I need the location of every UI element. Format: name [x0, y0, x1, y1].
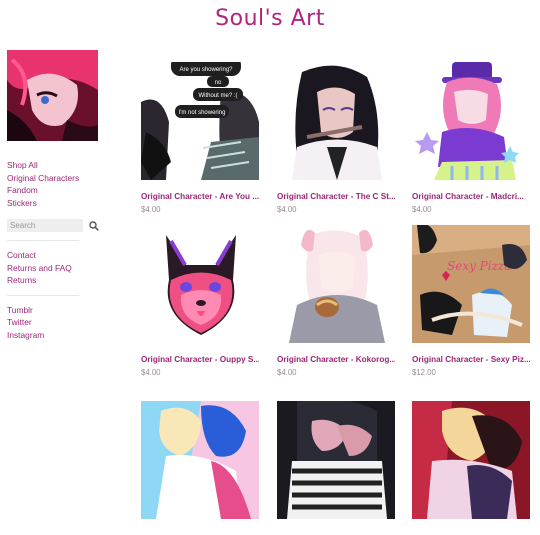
nav-link-returns-faq[interactable]: Returns and FAQ — [7, 262, 105, 275]
product-card[interactable]: Original Character - Madcri... $4.00 — [412, 62, 530, 214]
speech-bubble-2: no — [215, 80, 222, 86]
speech-bubble-1: Are you showering? — [179, 67, 233, 73]
product-image[interactable] — [141, 225, 259, 343]
product-image[interactable] — [141, 401, 259, 519]
search-icon[interactable] — [89, 220, 99, 231]
product-image[interactable] — [412, 401, 530, 519]
product-card[interactable] — [141, 401, 259, 535]
nav-link-original-characters[interactable]: Original Characters — [7, 172, 105, 185]
nav-link-shop-all[interactable]: Shop All — [7, 159, 105, 172]
product-image[interactable]: Are you showering? no Without me? :( I'm… — [141, 62, 259, 180]
product-image[interactable]: Sexy Pizza — [412, 225, 530, 343]
product-name[interactable]: Original Character - Kokorog... — [277, 355, 395, 364]
nav-link-returns[interactable]: Returns — [7, 274, 105, 287]
social-nav: Tumblr Twitter Instagram — [7, 304, 105, 342]
product-image[interactable] — [412, 62, 530, 180]
product-name[interactable]: Original Character - The C St... — [277, 192, 395, 201]
product-card[interactable]: Original Character - Kokorog... $4.00 — [277, 225, 395, 377]
shop-nav: Shop All Original Characters Fandom Stic… — [7, 159, 105, 209]
product-image[interactable] — [277, 62, 395, 180]
product-price: $4.00 — [141, 368, 161, 377]
product-name[interactable]: Original Character - Are You ... — [141, 192, 259, 201]
divider — [7, 294, 79, 296]
nav-link-instagram[interactable]: Instagram — [7, 329, 105, 342]
divider — [7, 240, 79, 241]
art-title-text: Sexy Pizza — [447, 259, 511, 273]
product-card[interactable]: Sexy Pizza Original Character - Sexy Piz… — [412, 225, 530, 377]
product-card[interactable] — [277, 401, 395, 535]
nav-link-contact[interactable]: Contact — [7, 249, 105, 262]
speech-bubble-4: I'm not showering — [179, 110, 226, 116]
nav-link-twitter[interactable]: Twitter — [7, 316, 105, 329]
site-title[interactable]: Soul's Art — [0, 6, 540, 31]
search-bar — [7, 219, 105, 232]
product-card[interactable] — [412, 401, 530, 535]
product-image[interactable] — [277, 225, 395, 343]
product-price: $4.00 — [277, 368, 297, 377]
product-price: $12.00 — [412, 368, 436, 377]
product-image[interactable] — [277, 401, 395, 519]
product-price: $4.00 — [412, 205, 432, 214]
product-name[interactable]: Original Character - Madcri... — [412, 192, 530, 201]
product-price: $4.00 — [277, 205, 297, 214]
product-name[interactable]: Original Character - Sexy Piz... — [412, 355, 530, 364]
sidebar: Shop All Original Characters Fandom Stic… — [7, 50, 105, 341]
nav-link-tumblr[interactable]: Tumblr — [7, 304, 105, 317]
nav-link-stickers[interactable]: Stickers — [7, 197, 105, 210]
product-card[interactable]: Original Character - The C St... $4.00 — [277, 62, 395, 214]
avatar[interactable] — [7, 50, 98, 141]
product-card[interactable]: Original Character - Ouppy S... $4.00 — [141, 225, 259, 377]
product-price: $4.00 — [141, 205, 161, 214]
product-name[interactable]: Original Character - Ouppy S... — [141, 355, 259, 364]
search-input[interactable] — [7, 219, 83, 232]
info-nav: Contact Returns and FAQ Returns — [7, 249, 105, 287]
product-card[interactable]: Are you showering? no Without me? :( I'm… — [141, 62, 259, 214]
nav-link-fandom[interactable]: Fandom — [7, 184, 105, 197]
speech-bubble-3: Without me? :( — [198, 93, 237, 99]
